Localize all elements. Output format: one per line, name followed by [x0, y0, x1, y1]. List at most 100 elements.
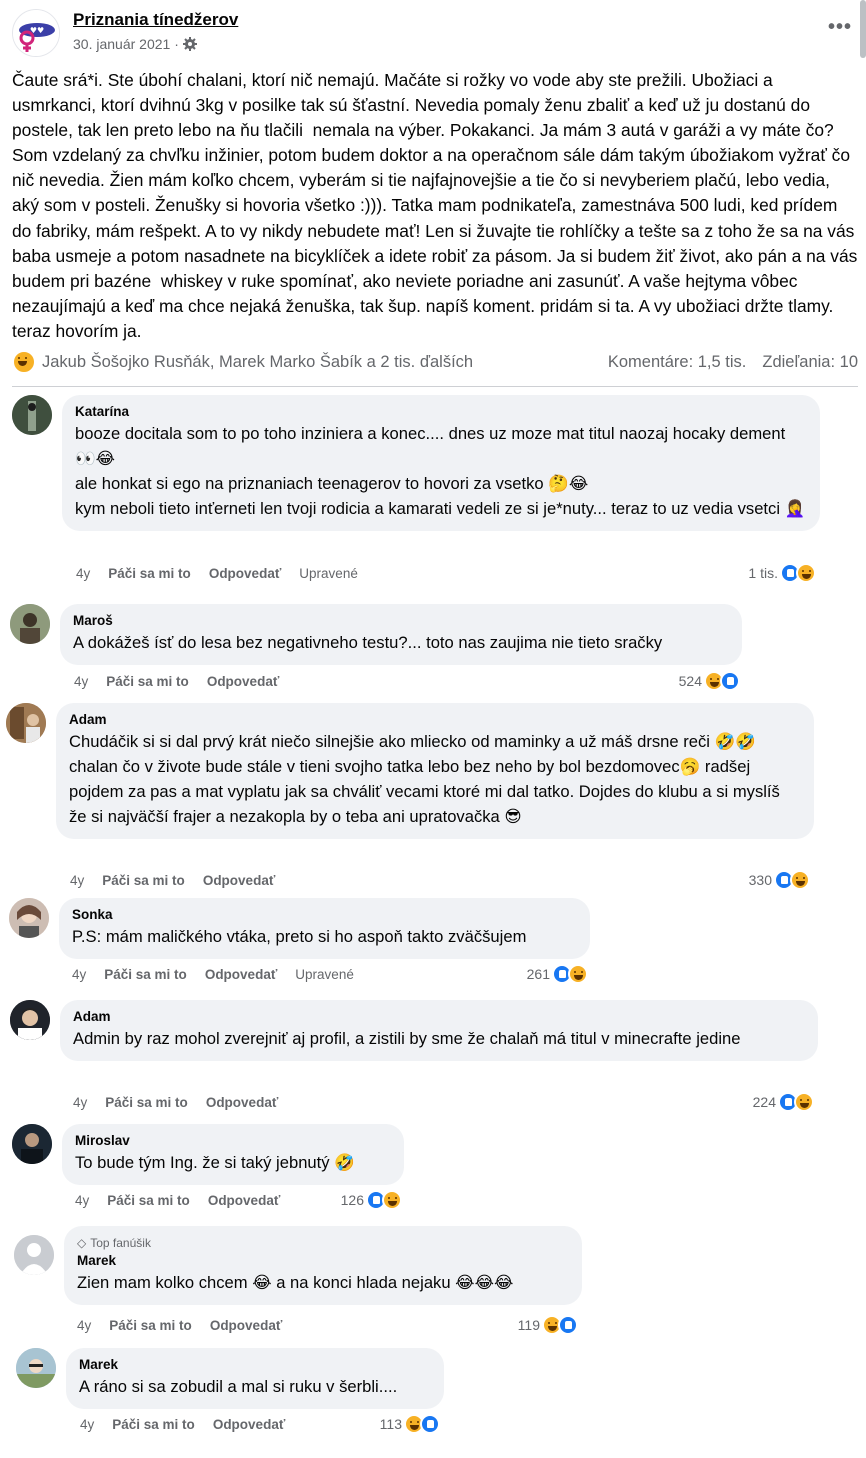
comment-age[interactable]: 4y: [74, 674, 88, 689]
post-header: ♥♥ Priznania tínedžerov 30. január 2021 …: [12, 6, 858, 58]
comment-author[interactable]: Adam: [69, 711, 801, 729]
comment-bubble: Adam Admin by raz mohol zverejniť aj pro…: [60, 1000, 818, 1061]
more-options-icon[interactable]: •••: [828, 16, 852, 39]
shares-count[interactable]: Zdieľania: 10: [762, 353, 858, 372]
top-fan-badge: ◇ Top fanúšik: [77, 1236, 569, 1250]
reaction-count: 330: [748, 872, 772, 888]
haha-reaction-icon: [568, 964, 588, 984]
comment-reactions[interactable]: 524: [679, 671, 740, 691]
comment-author[interactable]: Marek: [79, 1356, 431, 1374]
comment-reactions[interactable]: 224: [753, 1092, 814, 1112]
comment-reactions[interactable]: 119: [518, 1315, 578, 1335]
post-text: Čaute srá*i. Ste úbohí chalani, ktorí ni…: [12, 70, 863, 341]
avatar[interactable]: [12, 1124, 52, 1164]
like-button[interactable]: Páči sa mi to: [107, 1193, 190, 1208]
comment-author[interactable]: Katarína: [75, 403, 807, 421]
like-button[interactable]: Páči sa mi to: [108, 566, 191, 581]
avatar[interactable]: [6, 703, 46, 743]
comment-text: booze docitala som to po toho inziniera …: [75, 424, 806, 518]
comment-author[interactable]: Sonka: [72, 906, 577, 924]
comment-age[interactable]: 4y: [70, 873, 84, 888]
like-button[interactable]: Páči sa mi to: [112, 1417, 195, 1432]
reply-button[interactable]: Odpovedať: [210, 1318, 282, 1333]
reaction-count: 1 tis.: [748, 565, 778, 581]
page-logo[interactable]: ♥♥: [12, 9, 60, 57]
comment-actions: 4y Páči sa mi to Odpovedať: [70, 873, 275, 888]
comment-age[interactable]: 4y: [80, 1417, 94, 1432]
comment-bubble: Sonka P.S: mám maličkého vtáka, preto si…: [59, 898, 590, 959]
reply-button[interactable]: Odpovedať: [209, 566, 281, 581]
comment-reactions[interactable]: 261: [527, 964, 588, 984]
reply-button[interactable]: Odpovedať: [208, 1193, 280, 1208]
haha-reaction-icon: [796, 563, 816, 583]
reaction-count: 524: [678, 673, 702, 689]
comment-actions: 4y Páči sa mi to Odpovedať: [75, 1193, 280, 1208]
comment-bubble: Marek A ráno si sa zobudil a mal si ruku…: [66, 1348, 444, 1409]
reply-button[interactable]: Odpovedať: [206, 1095, 278, 1110]
comments-count[interactable]: Komentáre: 1,5 tis.: [608, 353, 747, 372]
comment-actions: 4y Páči sa mi to Odpovedať: [77, 1318, 282, 1333]
comment-author[interactable]: Maroš: [73, 612, 729, 630]
comment-age[interactable]: 4y: [75, 1193, 89, 1208]
like-button[interactable]: Páči sa mi to: [105, 1095, 188, 1110]
comment-reactions[interactable]: 1 tis.: [748, 563, 816, 583]
like-reaction-icon: [420, 1414, 440, 1434]
reaction-count: 126: [340, 1192, 364, 1208]
comment-text: A dokážeš ísť do lesa bez negativneho te…: [73, 633, 663, 652]
comment-actions: 4y Páči sa mi to Odpovedať Upravené: [76, 566, 358, 581]
diamond-icon: ◇: [77, 1236, 87, 1250]
comment-bubble: Katarína booze docitala som to po toho i…: [62, 395, 820, 531]
comment-age[interactable]: 4y: [72, 967, 86, 982]
post-date[interactable]: 30. január 2021 ·: [73, 36, 179, 52]
comment-reactions[interactable]: 330: [749, 870, 810, 890]
comment-text: Admin by raz mohol zverejniť aj profil, …: [73, 1029, 741, 1048]
comment-actions: 4y Páči sa mi to Odpovedať Upravené: [72, 967, 354, 982]
comment-reactions[interactable]: 126: [341, 1190, 402, 1210]
comment-age[interactable]: 4y: [73, 1095, 87, 1110]
comment-text: P.S: mám maličkého vtáka, preto si ho as…: [72, 927, 527, 946]
comment-author[interactable]: Marek: [77, 1252, 569, 1270]
comment-bubble: Maroš A dokážeš ísť do lesa bez negativn…: [60, 604, 742, 665]
comment-age[interactable]: 4y: [76, 566, 90, 581]
reply-button[interactable]: Odpovedať: [205, 967, 277, 982]
comment-reactions[interactable]: 113: [380, 1414, 440, 1434]
avatar[interactable]: [16, 1348, 56, 1388]
reply-button[interactable]: Odpovedať: [207, 674, 279, 689]
reaction-count: 113: [379, 1416, 402, 1432]
post-meta: 30. január 2021 ·: [73, 36, 197, 52]
reaction-count: 224: [752, 1094, 776, 1110]
avatar[interactable]: [10, 604, 50, 644]
like-reaction-icon: [720, 671, 740, 691]
comment-text: A ráno si sa zobudil a mal si ruku v šer…: [79, 1377, 398, 1396]
top-fan-label: Top fanúšik: [90, 1236, 151, 1250]
comment-author[interactable]: Adam: [73, 1008, 805, 1026]
like-button[interactable]: Páči sa mi to: [109, 1318, 192, 1333]
edited-label: Upravené: [299, 566, 358, 581]
globe-icon: [182, 37, 197, 51]
comment-author[interactable]: Miroslav: [75, 1132, 391, 1150]
comment-actions: 4y Páči sa mi to Odpovedať: [73, 1095, 278, 1110]
page-name-link[interactable]: Priznania tínedžerov: [73, 10, 238, 30]
comment-text: Zien mam kolko chcem 😂 a na konci hlada …: [77, 1273, 514, 1292]
haha-reaction-icon[interactable]: [12, 350, 36, 374]
like-button[interactable]: Páči sa mi to: [106, 674, 189, 689]
reply-button[interactable]: Odpovedať: [203, 873, 275, 888]
divider: [12, 386, 858, 387]
avatar[interactable]: [14, 1235, 54, 1275]
haha-reaction-icon: [382, 1190, 402, 1210]
reactors-summary[interactable]: Jakub Šošojko Rusňák, Marek Marko Šabík …: [42, 353, 473, 372]
avatar[interactable]: [12, 395, 52, 435]
reply-button[interactable]: Odpovedať: [213, 1417, 285, 1432]
comment-bubble: Miroslav To bude tým Ing. že si taký jeb…: [62, 1124, 404, 1185]
edited-label: Upravené: [295, 967, 354, 982]
haha-reaction-icon: [790, 870, 810, 890]
comment-actions: 4y Páči sa mi to Odpovedať: [74, 674, 279, 689]
reaction-count: 119: [517, 1317, 540, 1333]
scrollbar[interactable]: [860, 0, 866, 58]
reaction-count: 261: [526, 966, 550, 982]
avatar[interactable]: [9, 898, 49, 938]
like-button[interactable]: Páči sa mi to: [104, 967, 187, 982]
avatar[interactable]: [10, 1000, 50, 1040]
like-button[interactable]: Páči sa mi to: [102, 873, 185, 888]
comment-age[interactable]: 4y: [77, 1318, 91, 1333]
